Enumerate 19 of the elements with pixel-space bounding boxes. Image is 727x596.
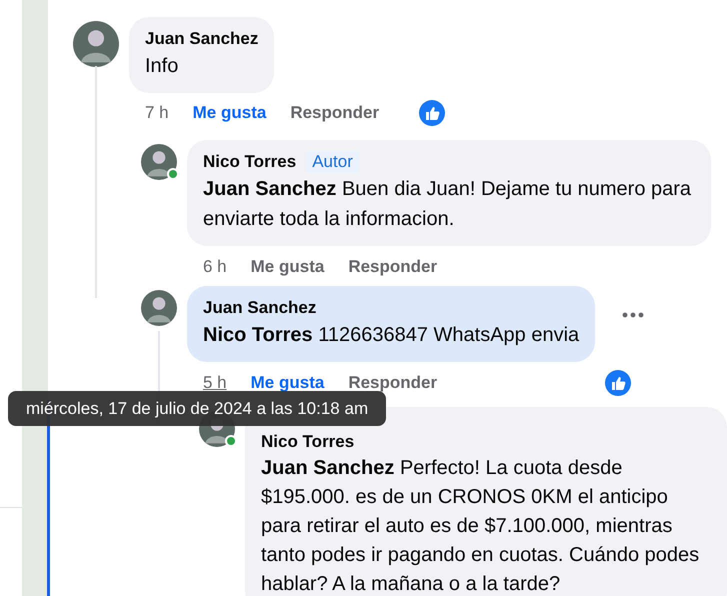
comment-author[interactable]: Juan Sanchez — [145, 27, 258, 51]
author-badge: Autor — [306, 151, 359, 173]
comment-time[interactable]: 5 h — [203, 373, 227, 393]
like-link[interactable]: Me gusta — [250, 373, 324, 393]
comment-text: Juan Sanchez Buen dia Juan! Dejame tu numero para enviarte toda la informacion. — [203, 177, 692, 232]
comment-text: Nico Torres 1126636847 WhatsApp envia — [203, 323, 580, 348]
comment-time[interactable]: 6 h — [203, 257, 227, 277]
reply-link[interactable]: Responder — [348, 373, 438, 393]
date-tooltip: miércoles, 17 de julio de 2024 a las 10:18 am — [8, 391, 386, 426]
comment-author[interactable]: Nico Torres — [261, 430, 354, 454]
comment-time[interactable]: 7 h — [145, 103, 169, 123]
comment-author[interactable]: Nico Torres — [203, 150, 296, 174]
like-link[interactable]: Me gusta — [250, 257, 324, 277]
comment-text: Info — [145, 54, 180, 79]
comment-text: Juan Sanchez Perfecto! La cuota desde $195.000. es de un CRONOS 0KM el anticipo para retirar el auto es de $7.100.000, mientras tanto podes ir pagando en cuotas. Cuándo podes hablar? A la mañana o a la tarde? — [261, 456, 700, 596]
comment-author[interactable]: Juan Sanchez — [203, 296, 316, 320]
reply-link[interactable]: Responder — [348, 257, 438, 277]
reply-link[interactable]: Responder — [290, 103, 380, 123]
like-link[interactable]: Me gusta — [192, 103, 266, 123]
